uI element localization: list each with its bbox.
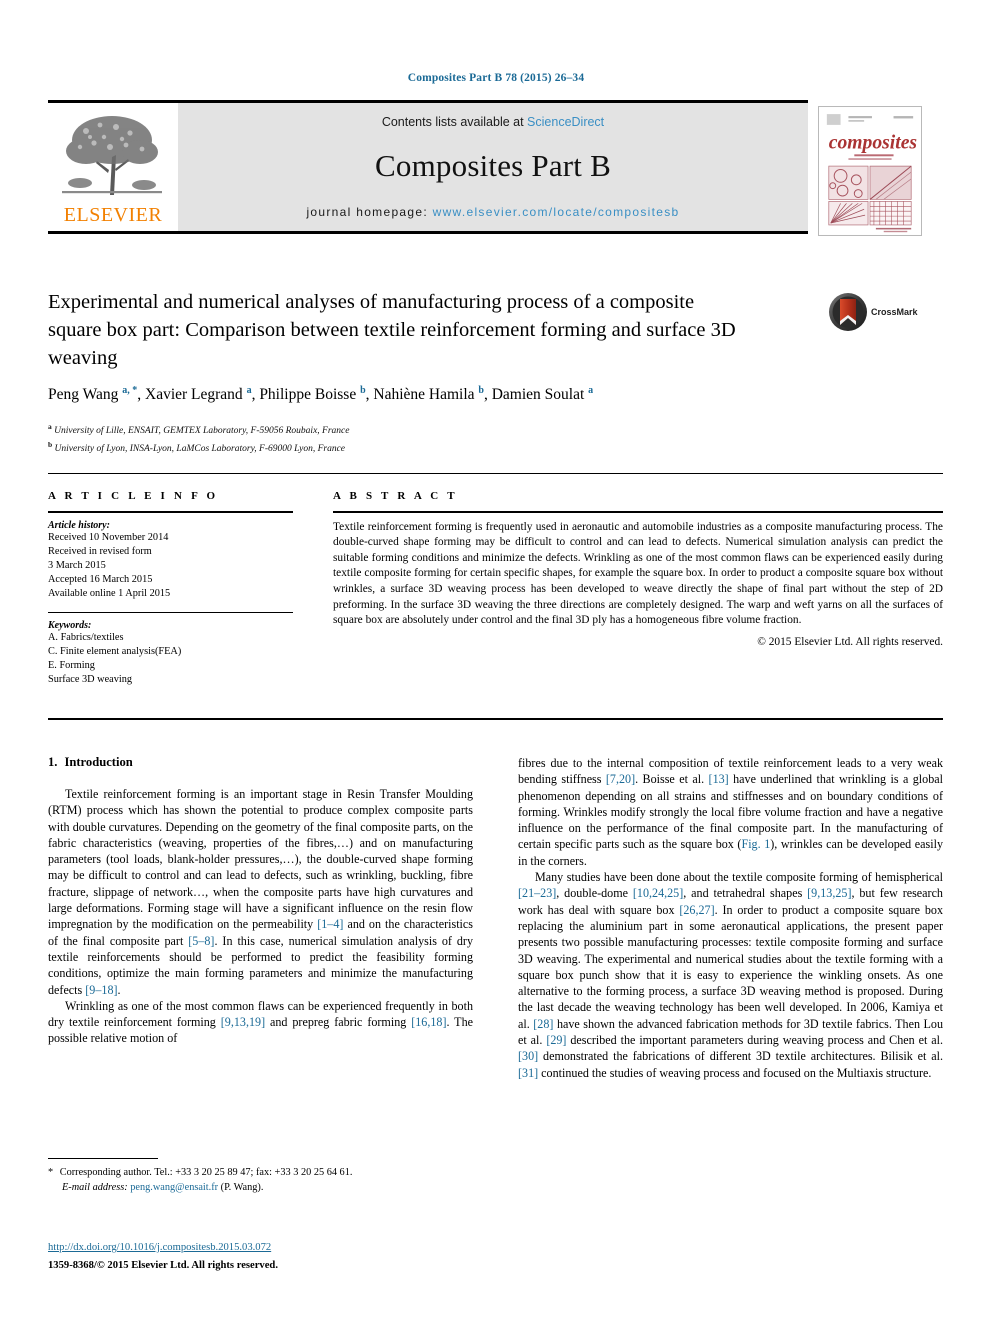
history-item: 3 March 2015 (48, 560, 106, 571)
article-history-label: Article history: (48, 519, 110, 531)
abstract-rule (333, 511, 943, 513)
svg-text:composites: composites (829, 132, 918, 153)
article-info-rule-2 (48, 611, 293, 613)
body-column-left: 1. Introduction Textile reinforcement for… (48, 755, 473, 1047)
body-column-right: fibres due to the internal composition o… (518, 755, 943, 1081)
journal-cover-thumbnail: composites (818, 106, 922, 236)
abstract-column: A B S T R A C T Textile reinforcement fo… (333, 490, 943, 648)
abstract-text: Textile reinforcement forming is frequen… (333, 520, 943, 627)
affiliations: a University of Lille, ENSAIT, GEMTEX La… (48, 420, 748, 456)
journal-homepage-line: journal homepage: www.elsevier.com/locat… (306, 205, 679, 219)
journal-title: Composites Part B (375, 148, 611, 183)
crossmark-label: CrossMark (871, 307, 918, 317)
paragraph: Many studies have been done about the te… (518, 870, 943, 1080)
paragraph: fibres due to the internal composition o… (518, 756, 944, 868)
cover-artwork: composites (819, 107, 921, 235)
article-info-rule-1 (48, 511, 293, 513)
crossmark-badge[interactable]: CrossMark (828, 290, 924, 334)
history-item: Received in revised form (48, 545, 152, 557)
article-history-list: Received 10 November 2014 Received in re… (48, 531, 293, 602)
issn-copyright-line: 1359-8368/© 2015 Elsevier Ltd. All right… (48, 1260, 278, 1271)
journal-homepage-link[interactable]: www.elsevier.com/locate/compositesb (433, 205, 680, 219)
body-columns: 1. Introduction Textile reinforcement for… (48, 755, 943, 1225)
article-info-column: A R T I C L E I N F O Article history: R… (48, 490, 293, 687)
journal-header-panel: Contents lists available at ScienceDirec… (178, 103, 808, 231)
running-head: Composites Part B 78 (2015) 26–34 (407, 72, 585, 84)
affiliation-b: b University of Lyon, INSA-Lyon, LaMCos … (48, 438, 748, 456)
crossmark-icon (829, 293, 867, 331)
abstract-copyright: © 2015 Elsevier Ltd. All rights reserved… (757, 635, 943, 648)
masthead-bottom-rule (48, 231, 808, 234)
keywords-list: A. Fabrics/textiles C. Finite element an… (48, 631, 293, 688)
keyword-item: E. Forming (48, 660, 95, 672)
section-heading-introduction: 1. Introduction (48, 755, 473, 770)
elsevier-tree-icon (62, 116, 162, 195)
affiliation-a: a University of Lille, ENSAIT, GEMTEX La… (48, 420, 748, 438)
affiliation-marker-a: a (48, 422, 52, 431)
contents-available-line: Contents lists available at ScienceDirec… (382, 115, 604, 129)
keyword-item: C. Finite element analysis(FEA) (48, 645, 182, 657)
abstract-heading: A B S T R A C T (333, 490, 458, 502)
masthead-body: ELSEVIER Contents lists available at Sci… (48, 103, 808, 231)
infoblock-top-rule (48, 473, 943, 474)
page-title: Experimental and numerical analyses of m… (48, 291, 736, 369)
keyword-item: A. Fabrics/textiles (48, 631, 124, 643)
doi-link[interactable]: http://dx.doi.org/10.1016/j.compositesb.… (48, 1242, 271, 1253)
affiliation-text-a: University of Lille, ENSAIT, GEMTEX Labo… (54, 426, 350, 437)
elsevier-wordmark: ELSEVIER (63, 204, 163, 226)
paragraph: Wrinkling as one of the most common flaw… (48, 998, 473, 1046)
infoblock-bottom-rule (48, 718, 943, 720)
section-number: 1. (48, 755, 58, 769)
article-info-heading: A R T I C L E I N F O (48, 490, 219, 502)
affiliation-marker-b: b (48, 440, 53, 450)
homepage-prefix: journal homepage: (306, 205, 433, 219)
affiliation-text-b: University of Lyon, INSA-Lyon, LaMCos La… (54, 444, 346, 455)
paragraph: Textile reinforcement forming is an impo… (48, 787, 473, 997)
journal-masthead: ELSEVIER Contents lists available at Sci… (48, 100, 808, 234)
history-item: Available online 1 April 2015 (48, 588, 171, 600)
contents-prefix: Contents lists available at (381, 115, 528, 129)
history-item: Accepted 16 March 2015 (48, 574, 153, 586)
keywords-label: Keywords: (48, 619, 92, 631)
sciencedirect-link[interactable]: ScienceDirect (527, 115, 604, 129)
title-area: Experimental and numerical analyses of m… (48, 288, 808, 372)
keyword-item: Surface 3D weaving (48, 674, 133, 686)
elsevier-logo: ELSEVIER (48, 103, 178, 231)
footnote-rule (48, 1158, 158, 1159)
section-title-text: Introduction (64, 755, 133, 769)
history-item: Received 10 November 2014 (48, 531, 169, 543)
paper-page: Composites Part B 78 (2015) 26–34 ELSEVI… (0, 0, 992, 1323)
corresponding-author-note: * Corresponding author. Tel.: +33 3 20 2… (48, 1167, 353, 1193)
author-list: Peng Wang a, *, Xavier Legrand a, Philip… (48, 385, 594, 404)
